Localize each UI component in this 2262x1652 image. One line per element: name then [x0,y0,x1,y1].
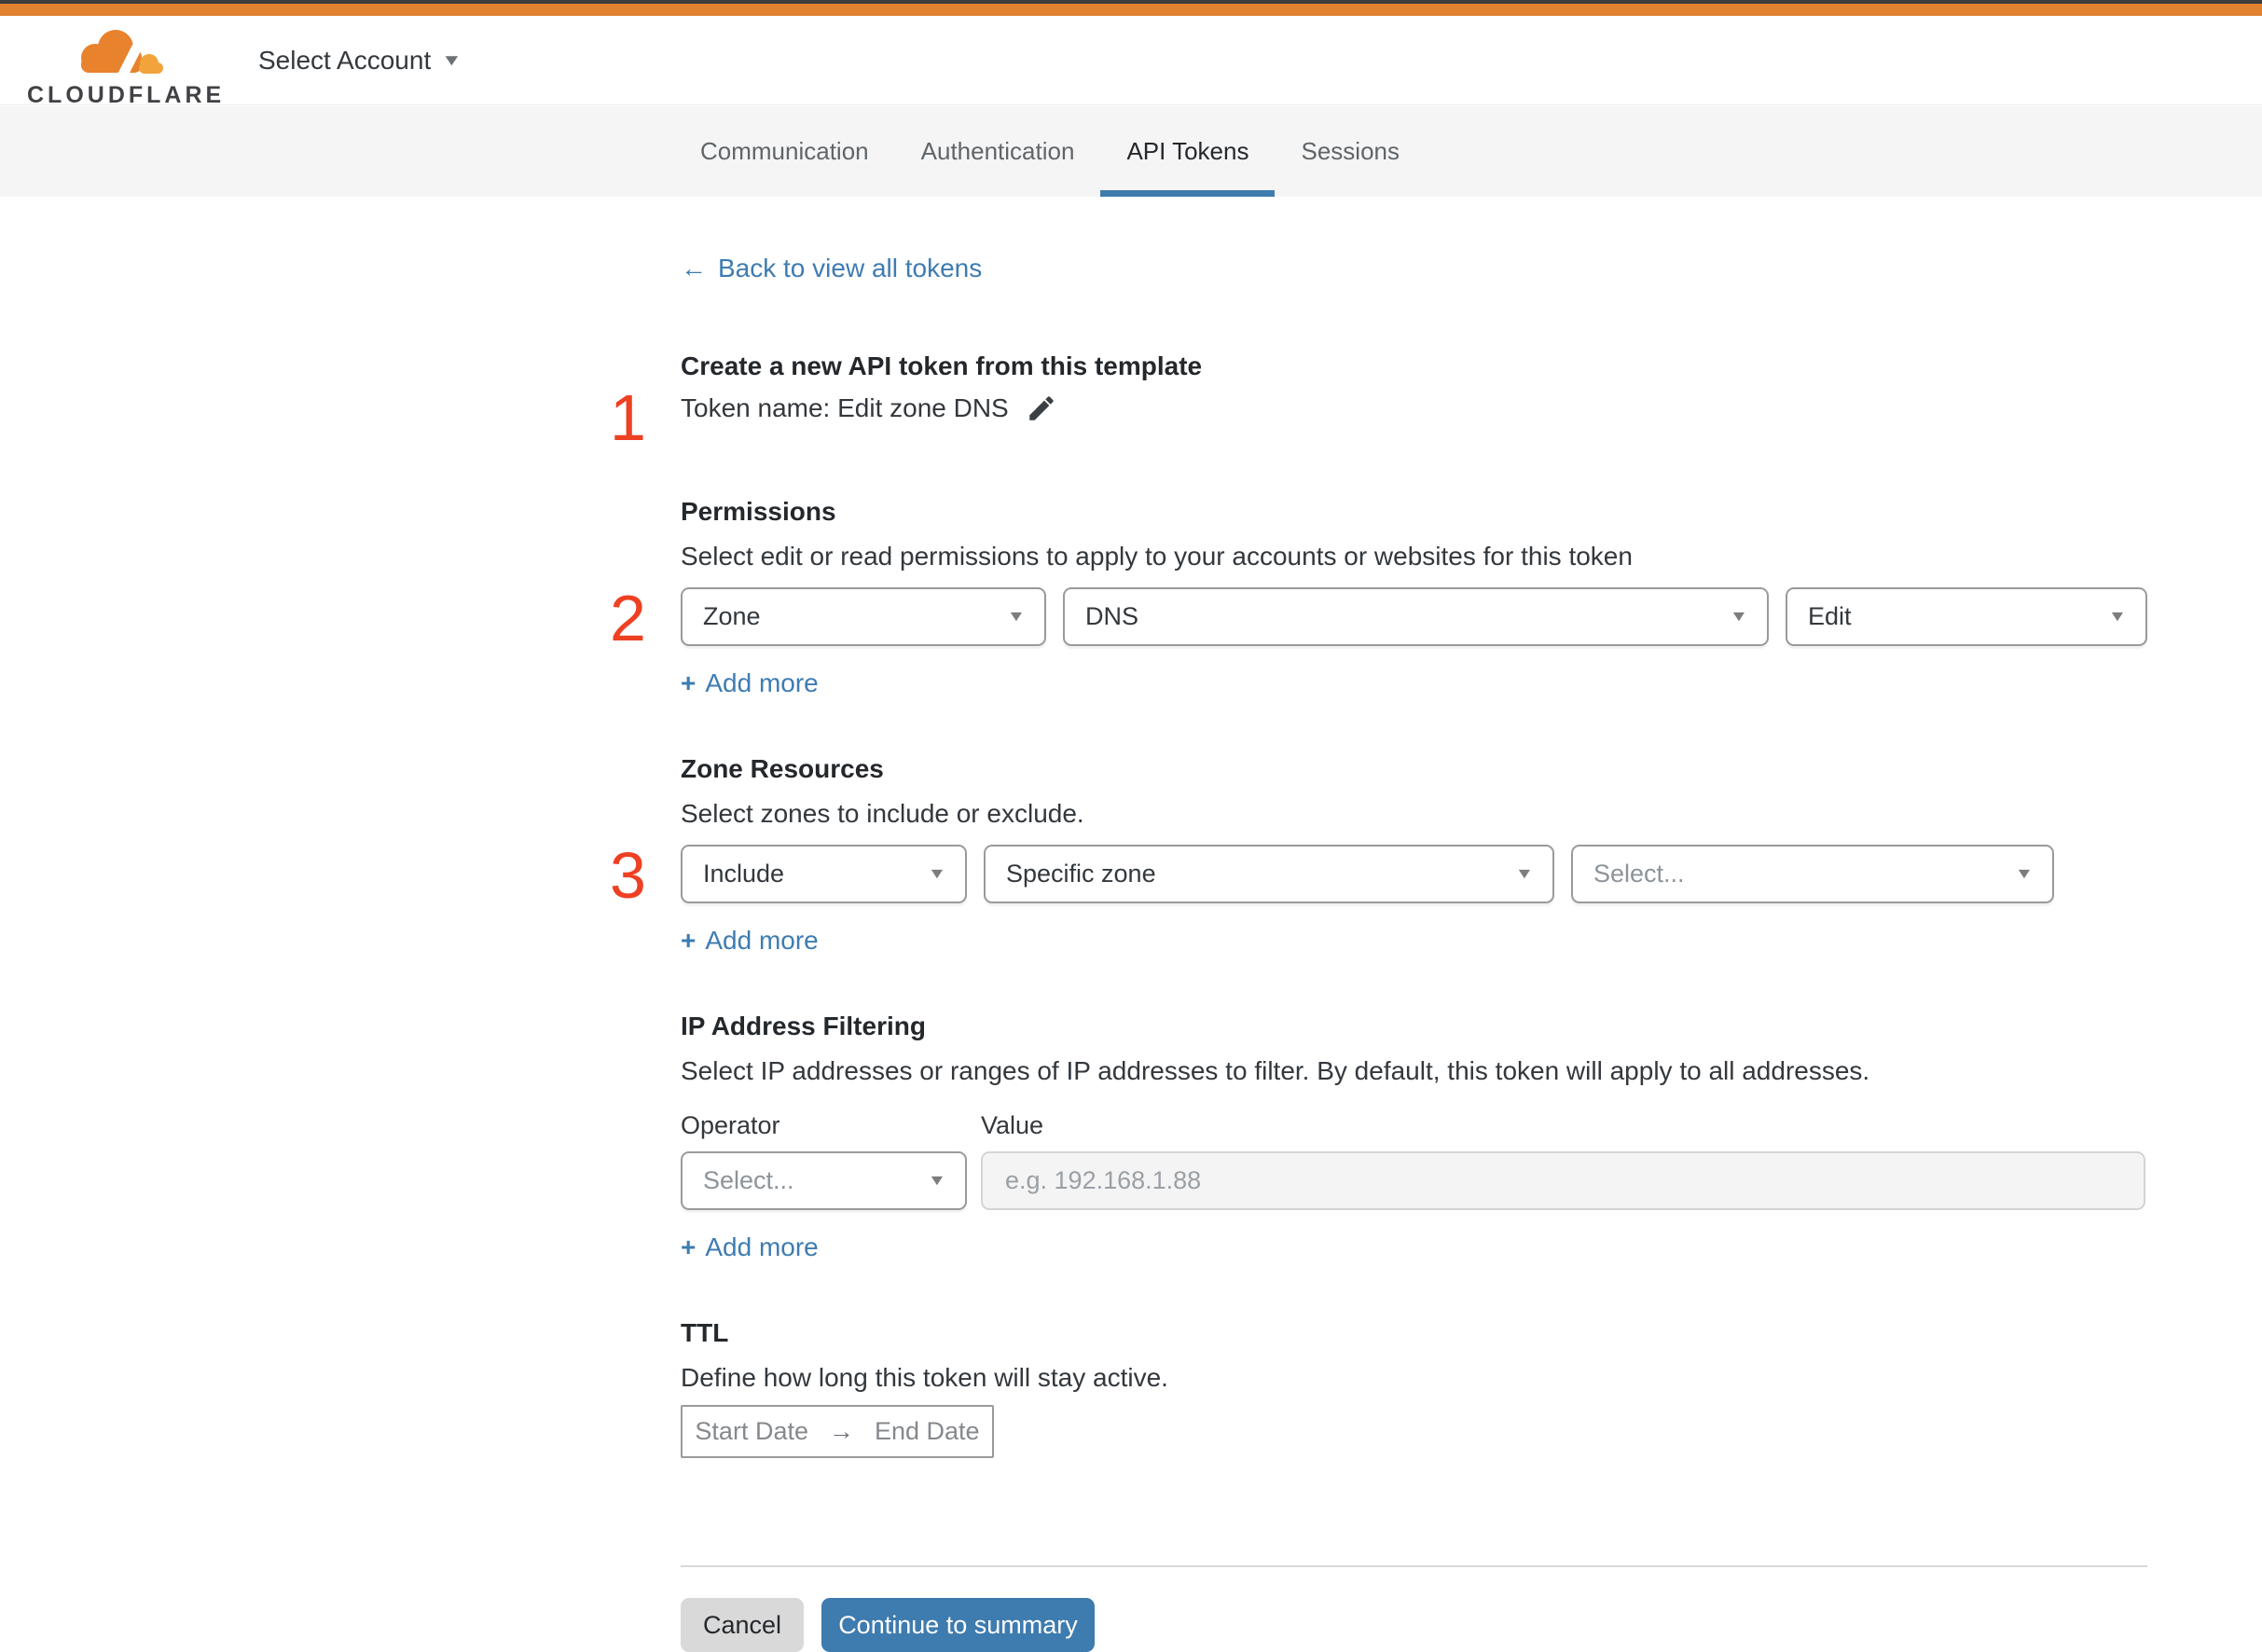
continue-to-summary-button[interactable]: Continue to summary [821,1598,1095,1652]
permissions-add-more-link[interactable]: + Add more [681,668,819,698]
tab-bar: Communication Authentication API Tokens … [0,106,2262,197]
ip-filtering-section: IP Address Filtering Select IP addresses… [681,1011,2147,1262]
create-token-section: Create a new API token from this templat… [681,351,2147,382]
create-token-heading: Create a new API token from this templat… [681,351,1203,380]
ip-filtering-input-row: Select... ▼ [681,1151,2147,1210]
token-name-row: 1 Token name: Edit zone DNS [610,385,2147,450]
back-to-tokens-link[interactable]: ← Back to view all tokens [681,254,2147,283]
tab-communication[interactable]: Communication [674,106,895,197]
account-selector[interactable]: Select Account ▼ [258,16,463,105]
tab-sessions[interactable]: Sessions [1275,106,1426,197]
cancel-button[interactable]: Cancel [681,1598,804,1652]
step-number-1: 1 [610,381,646,454]
ttl-section: TTL Define how long this token will stay… [681,1317,2147,1458]
tab-api-tokens[interactable]: API Tokens [1100,106,1276,197]
ip-operator-dropdown[interactable]: Select... ▼ [681,1151,967,1210]
ttl-date-range-picker[interactable]: Start Date → End Date [681,1405,994,1458]
zone-resources-dropdown-row: 3 Include ▼ Specific zone ▼ Select... ▼ [610,843,2147,908]
zone-include-dropdown[interactable]: Include ▼ [681,845,967,903]
top-orange-strip [0,4,2262,16]
token-name-text: Token name: Edit zone DNS [681,393,1009,422]
operator-label: Operator [681,1111,780,1139]
chevron-down-icon: ▼ [1729,608,1749,625]
ip-value-input[interactable] [981,1151,2145,1210]
app-header: CLOUDFLARE Select Account ▼ [0,16,2262,108]
ttl-heading: TTL [681,1318,729,1347]
chevron-down-icon: ▼ [2107,608,2128,625]
zone-resources-section: Zone Resources Select zones to include o… [610,753,2147,956]
ip-filtering-description: Select IP addresses or ranges of IP addr… [681,1056,1870,1085]
chevron-down-icon: ▼ [2014,865,2034,882]
cloudflare-cloud-icon [80,30,163,83]
back-arrow-icon: ← [681,254,707,282]
start-date-placeholder: Start Date [695,1417,808,1445]
cloudflare-logo-text: CLOUDFLARE [27,82,226,108]
footer-actions: Cancel Continue to summary [681,1598,2147,1652]
cloudflare-logo[interactable]: CLOUDFLARE [27,23,226,109]
zone-resources-description: Select zones to include or exclude. [681,799,1084,828]
zone-resources-add-more-link[interactable]: + Add more [681,926,819,956]
plus-icon: + [681,1232,697,1261]
permissions-heading: Permissions [681,497,836,526]
right-arrow-icon: → [828,1417,854,1445]
permission-resource-dropdown[interactable]: DNS ▼ [1063,587,1769,646]
end-date-placeholder: End Date [874,1417,980,1445]
plus-icon: + [681,926,697,955]
permissions-dropdown-row: 2 Zone ▼ DNS ▼ Edit ▼ [610,585,2147,651]
permissions-description: Select edit or read permissions to apply… [681,542,1633,571]
ip-filtering-add-more-link[interactable]: + Add more [681,1232,819,1262]
chevron-down-icon: ▼ [1514,865,1535,882]
ip-filtering-heading: IP Address Filtering [681,1012,926,1040]
edit-token-name-button[interactable] [1026,392,1057,424]
chevron-down-icon: ▼ [927,1172,947,1189]
chevron-down-icon: ▼ [927,865,947,882]
ip-filtering-labels: Operator Value [681,1111,2147,1140]
permission-scope-dropdown[interactable]: Zone ▼ [681,587,1046,646]
chevron-down-icon: ▼ [1006,608,1027,625]
tab-authentication[interactable]: Authentication [895,106,1101,197]
step-number-2: 2 [610,582,646,654]
permission-access-dropdown[interactable]: Edit ▼ [1786,587,2147,646]
ttl-description: Define how long this token will stay act… [681,1363,1168,1392]
pencil-icon [1029,396,1054,420]
zone-select-dropdown[interactable]: Select... ▼ [1571,845,2054,903]
plus-icon: + [681,668,697,697]
account-selector-label: Select Account [258,46,432,75]
permissions-section: Permissions Select edit or read permissi… [610,496,2147,698]
zone-type-dropdown[interactable]: Specific zone ▼ [984,845,1554,903]
chevron-down-icon: ▼ [441,51,463,69]
back-link-label: Back to view all tokens [718,254,983,282]
value-label: Value [981,1111,1044,1139]
step-number-3: 3 [610,839,646,912]
footer-divider [681,1565,2147,1567]
zone-resources-heading: Zone Resources [681,754,884,783]
